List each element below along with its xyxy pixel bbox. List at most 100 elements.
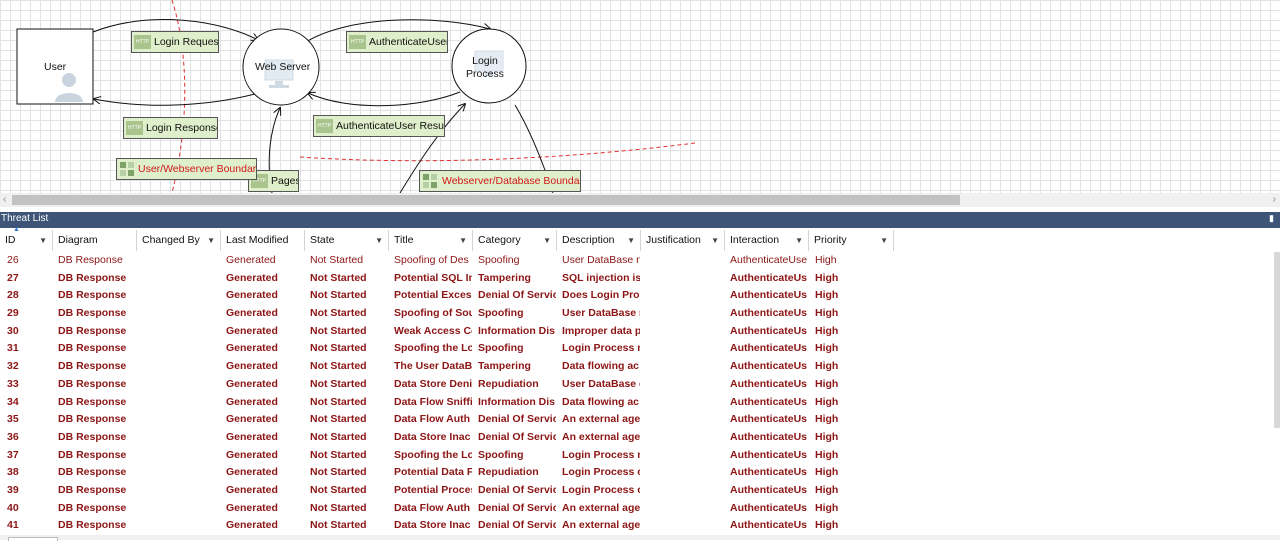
login-process-label[interactable]: Login Process <box>466 55 504 81</box>
table-row[interactable]: 30 DB Response Generated Not Started Wea… <box>0 323 1276 341</box>
filter-dropdown-icon[interactable]: ▼ <box>375 230 383 251</box>
cell-id: 30 <box>7 324 19 337</box>
cell-justification <box>646 287 724 305</box>
flow-login-response[interactable]: HTTP Login Response <box>123 117 218 139</box>
column-header-description[interactable]: Description ▼ <box>557 230 641 251</box>
table-row[interactable]: 37 DB Response Generated Not Started Spo… <box>0 447 1276 465</box>
scrollbar-thumb[interactable] <box>12 195 960 205</box>
diagram-horizontal-scrollbar[interactable]: ‹ › <box>0 193 1280 207</box>
cell-priority: High <box>815 519 839 532</box>
cell-justification <box>646 500 724 518</box>
user-node-label[interactable]: User <box>44 61 66 73</box>
cell-interaction: AuthenticateUs <box>730 342 808 355</box>
cell-id: 31 <box>7 342 19 355</box>
filter-dropdown-icon[interactable]: ▼ <box>459 230 467 251</box>
column-header-priority[interactable]: Priority ▼ <box>809 230 894 251</box>
cell-justification <box>646 429 724 447</box>
cell-interaction: AuthenticateUs <box>730 448 808 461</box>
filter-dropdown-icon[interactable]: ▼ <box>543 230 551 251</box>
filter-dropdown-icon[interactable]: ▼ <box>627 230 635 251</box>
bottom-tab[interactable] <box>8 537 58 541</box>
column-header-interaction[interactable]: Interaction ▼ <box>725 230 809 251</box>
filter-dropdown-icon[interactable]: ▼ <box>39 230 47 251</box>
column-header-diagram[interactable]: Diagram <box>53 230 137 251</box>
pin-icon[interactable]: ▮ <box>1269 213 1274 224</box>
table-row[interactable]: 39 DB Response Generated Not Started Pot… <box>0 482 1276 500</box>
boundary-webserver-database[interactable]: Webserver/Database Boundary <box>419 170 581 192</box>
cell-description: Data flowing ac <box>562 395 640 408</box>
table-row[interactable]: 36 DB Response Generated Not Started Dat… <box>0 429 1276 447</box>
cell-state: Not Started <box>310 377 367 390</box>
flow-login-request[interactable]: HTTP Login Request <box>131 31 219 53</box>
cell-description: User DataBase n <box>562 307 640 320</box>
filter-dropdown-icon[interactable]: ▼ <box>711 230 719 251</box>
cell-category: Spoofing <box>478 254 520 266</box>
scroll-right-icon[interactable]: › <box>1273 194 1276 205</box>
cell-last-modified: Generated <box>226 254 276 266</box>
cell-state: Not Started <box>310 501 367 514</box>
column-header-title[interactable]: Title ▼ <box>389 230 473 251</box>
column-header-changed-by[interactable]: Changed By ▼ <box>137 230 221 251</box>
table-vertical-scrollbar[interactable] <box>1274 252 1280 428</box>
diagram-canvas[interactable]: User Web Server Login Process HTTP Login… <box>0 0 1280 193</box>
table-row[interactable]: 41 DB Response Generated Not Started Dat… <box>0 517 1276 535</box>
boundary-user-webserver[interactable]: User/Webserver Boundary <box>116 158 257 180</box>
table-row[interactable]: 28 DB Response Generated Not Started Pot… <box>0 287 1276 305</box>
cell-id: 41 <box>7 519 19 532</box>
cell-justification <box>646 340 724 358</box>
column-header-last-modified[interactable]: Last Modified <box>221 230 305 251</box>
cell-changed-by <box>142 323 220 341</box>
column-header-justification[interactable]: Justification ▼ <box>641 230 725 251</box>
filter-dropdown-icon[interactable]: ▼ <box>795 230 803 251</box>
cell-description: An external age <box>562 501 640 514</box>
table-row[interactable]: 27 DB Response Generated Not Started Pot… <box>0 270 1276 288</box>
table-row[interactable]: 29 DB Response Generated Not Started Spo… <box>0 305 1276 323</box>
threat-list-header: Threat List ▮ <box>0 212 1280 228</box>
cell-last-modified: Generated <box>226 483 278 496</box>
column-header-state[interactable]: State ▼ <box>305 230 389 251</box>
cell-state: Not Started <box>310 466 367 479</box>
filter-dropdown-icon[interactable]: ▼ <box>880 230 888 251</box>
table-row[interactable]: 35 DB Response Generated Not Started Dat… <box>0 411 1276 429</box>
cell-interaction: AuthenticateUs <box>730 395 808 408</box>
cell-changed-by <box>142 482 220 500</box>
flow-authenticate-user[interactable]: HTTP AuthenticateUser <box>346 31 448 53</box>
web-server-label[interactable]: Web Server <box>255 61 310 73</box>
cell-id: 29 <box>7 307 19 320</box>
table-row[interactable]: 40 DB Response Generated Not Started Dat… <box>0 500 1276 518</box>
cell-interaction: AuthenticateUs <box>730 466 808 479</box>
table-row[interactable]: 34 DB Response Generated Not Started Dat… <box>0 394 1276 412</box>
table-row[interactable]: 38 DB Response Generated Not Started Pot… <box>0 464 1276 482</box>
cell-diagram: DB Response <box>58 483 127 496</box>
cell-diagram: DB Response <box>58 519 127 532</box>
column-header-id[interactable]: ▲ ID ▼ <box>0 226 53 251</box>
cell-state: Not Started <box>310 307 367 320</box>
cell-last-modified: Generated <box>226 519 278 532</box>
cell-last-modified: Generated <box>226 430 278 443</box>
filter-dropdown-icon[interactable]: ▼ <box>207 230 215 251</box>
cell-description: An external age <box>562 430 640 443</box>
scroll-left-icon[interactable]: ‹ <box>3 194 6 205</box>
cell-justification <box>646 464 724 482</box>
flow-authenticate-user-result[interactable]: HTTP AuthenticateUser Result <box>313 115 445 137</box>
cell-title: Potential SQL In <box>394 271 472 284</box>
cell-state: Not Started <box>310 395 367 408</box>
cell-interaction: AuthenticateUs <box>730 430 808 443</box>
cell-diagram: DB Response <box>58 254 123 266</box>
cell-category: Spoofing <box>478 448 524 461</box>
table-row[interactable]: 33 DB Response Generated Not Started Dat… <box>0 376 1276 394</box>
column-header-category[interactable]: Category ▼ <box>473 230 557 251</box>
cell-last-modified: Generated <box>226 413 278 426</box>
table-row[interactable]: 26 DB Response Generated Not Started Spo… <box>0 252 1276 270</box>
table-row[interactable]: 32 DB Response Generated Not Started The… <box>0 358 1276 376</box>
cell-state: Not Started <box>310 413 367 426</box>
cell-category: Information Dis <box>478 324 556 337</box>
cell-id: 33 <box>7 377 19 390</box>
table-row[interactable]: 31 DB Response Generated Not Started Spo… <box>0 340 1276 358</box>
cell-priority: High <box>815 342 839 355</box>
cell-title: Data Flow Auth <box>394 501 471 514</box>
cell-last-modified: Generated <box>226 501 278 514</box>
cell-category: Information Dis <box>478 395 556 408</box>
boundary-icon <box>120 162 134 176</box>
boundary-icon <box>423 174 437 188</box>
